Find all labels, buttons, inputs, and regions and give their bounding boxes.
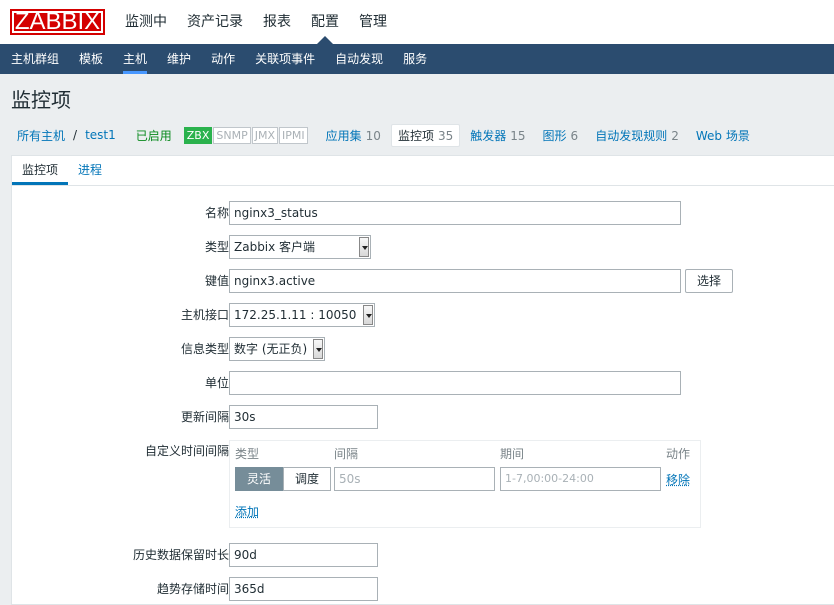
- topmenu-inventory[interactable]: 资产记录: [177, 0, 253, 44]
- submenu-hosts[interactable]: 主机: [113, 44, 157, 74]
- key-input[interactable]: nginx3.active: [229, 269, 681, 293]
- tab-count: 35: [437, 128, 454, 143]
- name-input[interactable]: nginx3_status: [229, 201, 681, 225]
- host-tab-applications[interactable]: 应用集 10: [326, 127, 381, 144]
- breadcrumb-all-hosts[interactable]: 所有主机: [17, 127, 65, 144]
- topmenu-configuration[interactable]: 配置: [301, 0, 349, 44]
- submenu-discovery[interactable]: 自动发现: [325, 44, 393, 74]
- row-interface: 主机接口 172.25.1.11 : 10050: [12, 303, 834, 327]
- tab-preprocessing[interactable]: 进程: [68, 156, 112, 185]
- badge-zbx: ZBX: [183, 126, 213, 144]
- chevron-down-icon: [363, 305, 373, 325]
- custom-interval-input[interactable]: 50s: [334, 467, 495, 491]
- breadcrumb-separator: /: [73, 128, 78, 142]
- host-tab-items[interactable]: 监控项 35: [390, 123, 461, 147]
- top-bar: ZABBIX 监测中 资产记录 报表 配置 管理: [0, 0, 834, 44]
- top-menu: 监测中 资产记录 报表 配置 管理: [115, 0, 397, 44]
- col-interval-header: 间隔: [334, 447, 359, 461]
- form-tabs: 监控项 进程: [12, 156, 834, 186]
- interface-label: 主机接口: [180, 308, 229, 322]
- units-label: 单位: [204, 376, 229, 390]
- col-action-header: 动作: [666, 447, 691, 461]
- key-label: 键值: [204, 274, 229, 288]
- interface-select-value: 172.25.1.11 : 10050: [234, 308, 357, 322]
- host-status[interactable]: 已启用: [136, 127, 172, 144]
- submenu-templates[interactable]: 模板: [69, 44, 113, 74]
- tab-label: 自动发现规则: [595, 128, 668, 143]
- chevron-down-icon: [313, 339, 323, 359]
- type-label: 类型: [204, 240, 229, 254]
- page-title: 监控项: [11, 88, 71, 112]
- submenu-actions[interactable]: 动作: [201, 44, 245, 74]
- tab-label: 图形: [542, 128, 567, 143]
- zabbix-logo[interactable]: ZABBIX: [10, 9, 105, 35]
- submenu-event-correlation[interactable]: 关联项事件: [245, 44, 325, 74]
- topmenu-reports[interactable]: 报表: [253, 0, 301, 44]
- host-tab-triggers[interactable]: 触发器 15: [470, 127, 525, 144]
- logo-text: ZABBIX: [11, 10, 104, 34]
- trends-input[interactable]: 365d: [229, 577, 378, 601]
- flexible-button[interactable]: 灵活: [235, 467, 283, 491]
- tab-count: 10: [365, 128, 381, 143]
- tab-count: 6: [570, 128, 579, 143]
- add-link[interactable]: 添加: [235, 503, 259, 520]
- item-form-panel: 监控项 进程 名称 nginx3_status 类型 Zabbix 客户端 键值…: [11, 155, 834, 605]
- interface-select[interactable]: 172.25.1.11 : 10050: [229, 303, 375, 327]
- info-type-select[interactable]: 数字 (无正负): [229, 337, 325, 361]
- badge-jmx: JMX: [251, 126, 279, 144]
- col-period-header: 期间: [500, 447, 525, 461]
- type-select[interactable]: Zabbix 客户端: [229, 235, 371, 259]
- name-label: 名称: [204, 206, 229, 220]
- units-input[interactable]: [229, 371, 681, 395]
- select-button[interactable]: 选择: [685, 269, 733, 293]
- tab-label: 应用集: [325, 128, 362, 143]
- chevron-down-icon: [359, 237, 369, 257]
- interval-label: 更新间隔: [180, 410, 229, 424]
- topmenu-monitoring[interactable]: 监测中: [115, 0, 177, 44]
- submenu-maintenance[interactable]: 维护: [157, 44, 201, 74]
- interval-type-toggle: 灵活 调度: [235, 467, 331, 491]
- host-tab-graphs[interactable]: 图形 6: [543, 127, 579, 144]
- host-tab-discovery-rules[interactable]: 自动发现规则 2: [595, 127, 679, 144]
- col-type-header: 类型: [235, 447, 260, 461]
- submenu-services[interactable]: 服务: [393, 44, 437, 74]
- breadcrumb-host[interactable]: test1: [85, 128, 116, 142]
- type-select-value: Zabbix 客户端: [234, 240, 316, 254]
- badge-ipmi: IPMI: [279, 126, 308, 144]
- submenu-host-groups[interactable]: 主机群组: [1, 44, 69, 74]
- scheduling-button[interactable]: 调度: [283, 467, 331, 491]
- trends-label: 趋势存储时间: [156, 582, 229, 596]
- custom-period-input[interactable]: 1-7,00:00-24:00: [500, 467, 661, 491]
- history-label: 历史数据保留时长: [132, 548, 229, 562]
- interval-input[interactable]: 30s: [229, 405, 378, 429]
- host-navigation: 所有主机 / test1 已启用 ZBX SNMP JMX IPMI 应用集 10…: [11, 123, 750, 147]
- topmenu-administration[interactable]: 管理: [349, 0, 397, 44]
- custom-intervals-label: 自定义时间间隔: [144, 444, 229, 458]
- remove-link[interactable]: 移除: [666, 471, 690, 488]
- sub-menu: 主机群组 模板 主机 维护 动作 关联项事件 自动发现 服务: [0, 44, 834, 74]
- tab-item[interactable]: 监控项: [12, 156, 69, 185]
- badge-snmp: SNMP: [213, 126, 251, 144]
- row-type: 类型 Zabbix 客户端: [12, 235, 834, 259]
- tab-count: 2: [671, 128, 679, 143]
- info-type-label: 信息类型: [180, 342, 229, 356]
- tab-label: 监控项: [397, 128, 434, 143]
- info-type-select-value: 数字 (无正负): [234, 342, 308, 356]
- custom-intervals-table: 类型 间隔 期间 动作 灵活 调度 50s 1-7,00:00-24:00 移除…: [229, 440, 701, 528]
- tab-count: 15: [510, 128, 526, 143]
- history-input[interactable]: 90d: [229, 543, 378, 567]
- tab-label: 触发器: [470, 128, 507, 143]
- tab-label: Web 场景: [695, 128, 750, 143]
- host-tab-web-scenarios[interactable]: Web 场景: [696, 127, 750, 144]
- row-info-type: 信息类型 数字 (无正负): [12, 337, 834, 361]
